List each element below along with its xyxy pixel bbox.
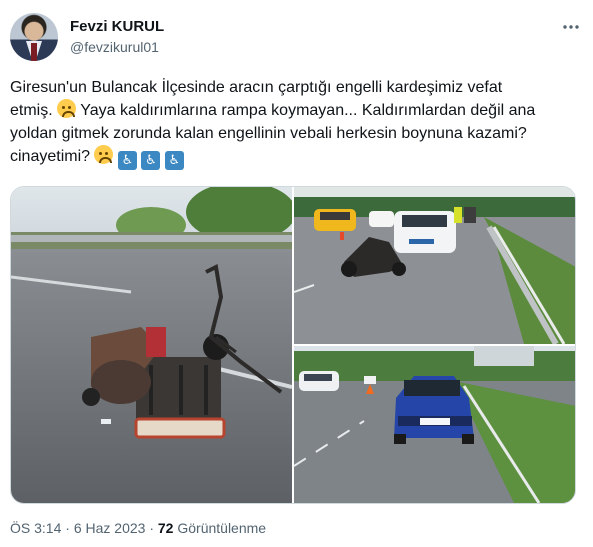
disappointed-face-icon bbox=[57, 99, 77, 118]
tweet-time[interactable]: ÖS 3:14 bbox=[10, 520, 61, 536]
author-handle[interactable]: @fevzikurul01 bbox=[70, 39, 159, 55]
more-options-button[interactable] bbox=[561, 17, 581, 37]
disappointed-face-icon bbox=[94, 145, 114, 164]
photo-accident-scene[interactable] bbox=[294, 187, 575, 344]
media-grid bbox=[10, 186, 576, 504]
tweet-line-2a: etmiş. bbox=[10, 102, 53, 119]
meta-separator: · bbox=[65, 520, 70, 536]
tweet-line-4: cinayetimi? bbox=[10, 148, 91, 165]
tweet-text: Giresun'un Bulancak İlçesinde aracın çar… bbox=[10, 76, 578, 170]
wheelchair-icon: ♿ bbox=[117, 151, 137, 170]
views-label: Görüntülenme bbox=[177, 520, 267, 536]
author-name[interactable]: Fevzi KURUL bbox=[70, 18, 164, 35]
wheelchair-icon: ♿ bbox=[141, 151, 161, 170]
photo-wrecked-scooter[interactable] bbox=[11, 187, 292, 503]
tweet-meta: ÖS 3:14 · 6 Haz 2023 · 72 Görüntülenme bbox=[10, 520, 266, 536]
tweet-line-3: yoldan gitmek zorunda kalan engellinin v… bbox=[10, 125, 527, 142]
tweet-line-1: Giresun'un Bulancak İlçesinde aracın çar… bbox=[10, 79, 503, 96]
meta-separator: · bbox=[149, 520, 154, 536]
tweet-header: Fevzi KURUL @fevzikurul01 bbox=[10, 13, 583, 63]
views-count: 72 bbox=[157, 520, 174, 536]
wheelchair-icon: ♿ bbox=[164, 151, 184, 170]
avatar[interactable] bbox=[10, 13, 58, 61]
tweet-line-2b: Yaya kaldırımlarına rampa koymayan... Ka… bbox=[76, 102, 536, 119]
photo-blue-suv[interactable] bbox=[294, 346, 575, 503]
avatar-tie bbox=[31, 43, 37, 61]
tweet-date[interactable]: 6 Haz 2023 bbox=[74, 520, 146, 536]
more-icon bbox=[563, 25, 579, 29]
